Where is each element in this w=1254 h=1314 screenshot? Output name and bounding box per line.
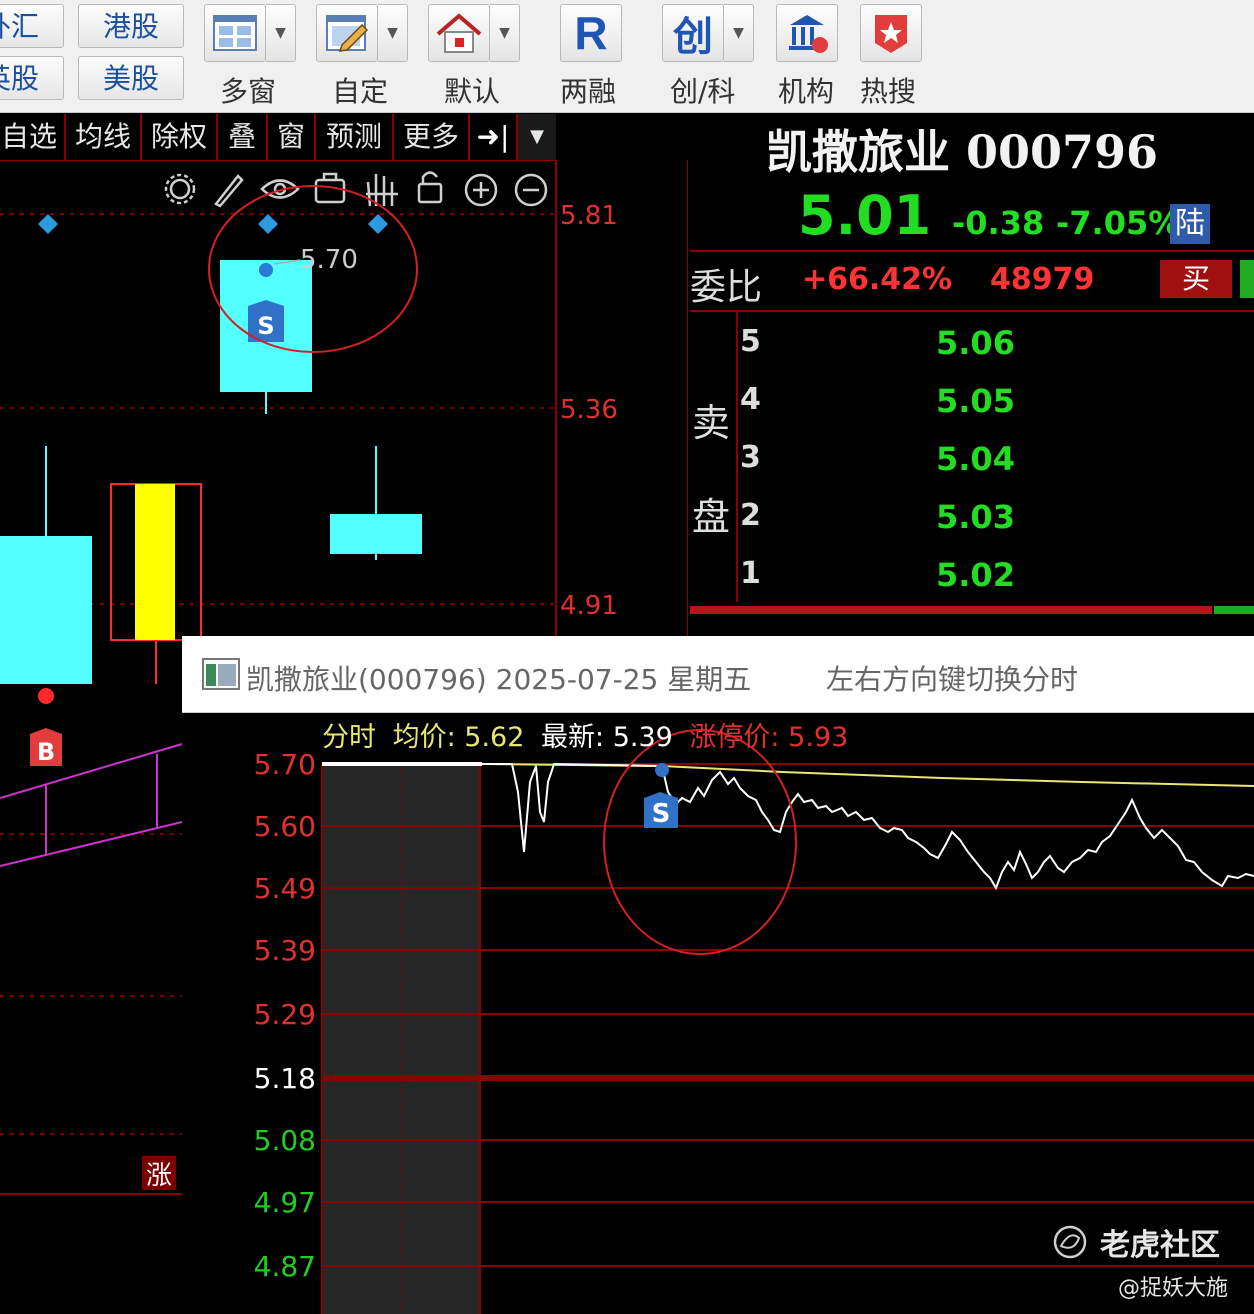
ask-price[interactable]: 5.06 (936, 324, 1015, 362)
ask-price[interactable]: 5.02 (936, 556, 1015, 594)
ask-price[interactable]: 5.04 (936, 440, 1015, 478)
ask-level: 3 (740, 440, 761, 475)
ask-price[interactable]: 5.03 (936, 498, 1015, 536)
price-change-pct: -7.05% (1056, 204, 1181, 242)
order-ratio-bar (690, 606, 1212, 614)
zoom-in-icon[interactable] (464, 173, 498, 207)
candle-1[interactable] (0, 446, 92, 684)
tool-hot-search[interactable]: 热搜 (860, 4, 922, 108)
zoom-out-icon[interactable] (514, 173, 548, 207)
market-button-uk[interactable]: 英股 (0, 56, 64, 100)
intraday-y-label: 5.49 (254, 872, 316, 905)
hot-search-icon (875, 15, 907, 53)
limit-up-badge: 涨 (146, 1161, 172, 1191)
channel-indicator (0, 743, 183, 867)
tiger-logo-icon (1053, 1225, 1087, 1259)
settings-icon[interactable] (164, 173, 196, 205)
svg-text:S: S (652, 799, 671, 829)
multi-window-icon (213, 15, 257, 51)
chevron-down-icon[interactable]: ▼ (266, 4, 296, 62)
tab-window[interactable]: 窗 (268, 114, 316, 160)
ask-price[interactable]: 5.05 (936, 382, 1015, 420)
intraday-sell-marker[interactable]: S (644, 792, 678, 829)
signal-diamonds (38, 214, 388, 234)
tab-more[interactable]: 更多 (394, 114, 470, 160)
quote-panel: 凯撒旅业 000796 5.01 -0.38 -7.05% 陆 委比 +66.4… (690, 114, 1254, 636)
tab-overlay[interactable]: 叠 (218, 114, 268, 160)
chart-window-icon (202, 658, 240, 690)
tab-forecast[interactable]: 预测 (316, 114, 394, 160)
chevron-down-icon[interactable]: ▼ (724, 4, 754, 62)
weibi-pct: +66.42% (802, 262, 953, 297)
kline-price-annotation: 5.70 (300, 245, 358, 275)
stock-title: 凯撒旅业 000796 (766, 125, 1159, 179)
toolbar: 外汇 港股 英股 美股 ▼ 多窗 ▼ 自定 (0, 0, 1254, 113)
margin-r-icon: R (574, 7, 608, 59)
tab-moving-average[interactable]: 均线 (66, 114, 142, 160)
institution-icon (789, 15, 828, 53)
candle-4[interactable] (330, 446, 422, 560)
ask-level: 5 (740, 324, 761, 359)
intraday-legend: 分时 均价: 5.62 最新: 5.39 涨停价: 5.93 (322, 722, 848, 753)
custom-edit-icon (326, 15, 369, 52)
intraday-y-label: 5.08 (254, 1124, 316, 1157)
popup-title-bar[interactable]: 凯撒旅业(000796) 2025-07-25 星期五 左右方向键切换分时 (182, 636, 1254, 713)
tool-default[interactable]: ▼ 默认 (428, 4, 522, 108)
intraday-y-label: 4.87 (254, 1250, 316, 1283)
tool-chuang-ke[interactable]: 创 ▼ 创/科 (662, 4, 756, 108)
chevron-down-icon[interactable]: ▼ (490, 4, 520, 62)
intraday-popup: 凯撒旅业(000796) 2025-07-25 星期五 左右方向键切换分时 S … (182, 636, 1254, 1314)
ask-level: 4 (740, 382, 761, 417)
watermark-brand: 老虎社区 (1100, 1228, 1220, 1263)
market-button-hk[interactable]: 港股 (78, 4, 184, 48)
sell-marker[interactable]: S (248, 300, 284, 342)
ask-level: 1 (740, 556, 761, 591)
chuang-icon: 创 (673, 14, 713, 60)
intraday-y-label: 5.18 (254, 1062, 316, 1095)
last-price: 5.01 (798, 184, 932, 247)
chart-tab-bar: 自选 均线 除权 叠 窗 预测 更多 ➜| ▼ (0, 114, 556, 161)
chevron-down-icon[interactable]: ▼ (378, 4, 408, 62)
popup-title: 凯撒旅业(000796) 2025-07-25 星期五 (246, 663, 752, 696)
lock-icon[interactable] (417, 171, 443, 204)
popup-hint: 左右方向键切换分时 (826, 663, 1079, 696)
weibi-diff: 48979 (990, 262, 1095, 297)
chevron-down-icon[interactable]: ▼ (518, 114, 556, 160)
intraday-y-label: 5.60 (254, 810, 316, 843)
market-button-forex[interactable]: 外汇 (0, 4, 64, 48)
tool-custom[interactable]: ▼ 自定 (316, 4, 410, 108)
sell-button-edge[interactable] (1240, 260, 1254, 298)
tab-watchlist[interactable]: 自选 (0, 114, 66, 160)
tool-multi-window[interactable]: ▼ 多窗 (204, 4, 298, 108)
buy-button[interactable]: 买 (1160, 260, 1232, 298)
tab-ex-rights[interactable]: 除权 (142, 114, 218, 160)
buy-marker[interactable]: B (30, 728, 62, 766)
pen-icon[interactable] (214, 174, 244, 208)
watermark-author: @捉妖大施 (1118, 1276, 1229, 1301)
kline-y-label: 4.91 (560, 591, 618, 621)
ask-side-label: 卖 (692, 401, 731, 445)
ask-level: 2 (740, 498, 761, 533)
intraday-y-label: 5.29 (254, 998, 316, 1031)
kline-y-label: 5.36 (560, 395, 618, 425)
hand-icon[interactable] (366, 174, 398, 207)
weibi-label: 委比 (690, 267, 763, 308)
kline-y-label: 5.81 (560, 201, 618, 231)
intraday-y-label: 5.70 (254, 748, 316, 781)
intraday-y-label: 5.39 (254, 934, 316, 967)
market-button-us[interactable]: 美股 (78, 56, 184, 100)
average-price-line (481, 763, 1254, 787)
watermark: 老虎社区 (1050, 1220, 1250, 1263)
ask-side-label: 盘 (692, 495, 731, 539)
tool-margin[interactable]: R 两融 (560, 4, 626, 108)
home-icon (436, 13, 482, 53)
price-change: -0.38 (952, 204, 1045, 242)
svg-text:B: B (37, 738, 55, 766)
tool-institution[interactable]: 机构 (776, 4, 840, 108)
intraday-y-label: 4.97 (254, 1186, 316, 1219)
stock-connect-badge: 陆 (1170, 204, 1210, 244)
svg-text:S: S (257, 312, 274, 340)
collapse-panel-icon[interactable]: ➜| (470, 114, 518, 160)
